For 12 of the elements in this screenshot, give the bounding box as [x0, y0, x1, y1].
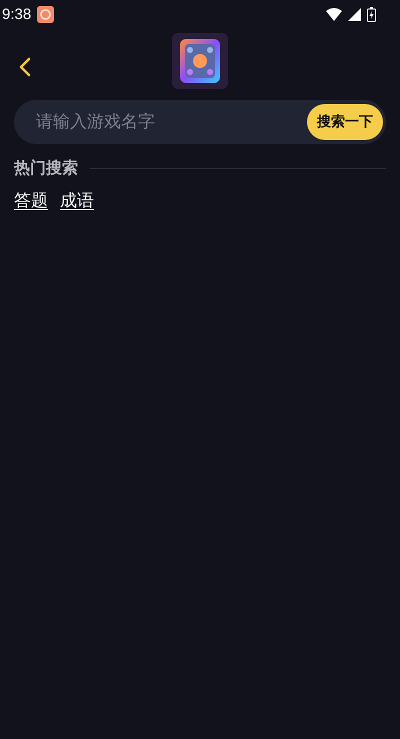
notification-icon — [37, 6, 54, 22]
search-field[interactable]: 请输入游戏名字 搜索一下 — [14, 100, 386, 144]
signal-icon — [348, 8, 361, 20]
battery-icon — [367, 6, 376, 22]
hot-search-link[interactable]: 答题 — [14, 189, 48, 212]
status-time: 9:38 — [2, 6, 32, 22]
wifi-icon — [326, 8, 342, 20]
app-logo-icon — [172, 33, 228, 89]
back-icon[interactable] — [19, 57, 31, 77]
hot-search-link[interactable]: 成语 — [60, 189, 94, 212]
section-title: 热门搜索 — [14, 158, 78, 179]
search-button[interactable]: 搜索一下 — [307, 104, 383, 140]
